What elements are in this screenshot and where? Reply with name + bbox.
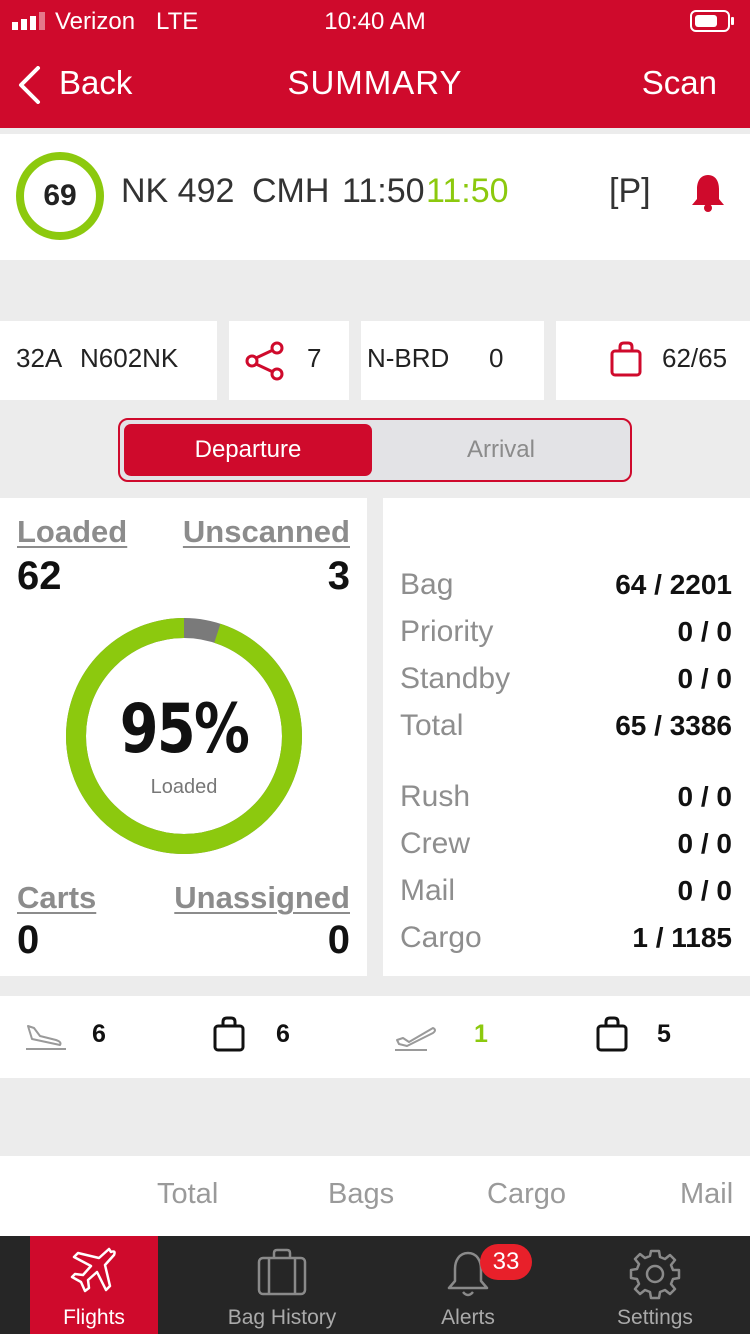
scan-button[interactable]: Scan <box>642 64 717 102</box>
unscanned-count: 3 <box>327 554 350 598</box>
flight-header[interactable]: 69 NK 492 CMH 11:50 11:50 [P] <box>0 134 750 260</box>
direction-toggle[interactable]: Departure Arrival <box>118 418 632 482</box>
loaded-link[interactable]: Loaded <box>17 514 127 550</box>
gear-icon <box>629 1249 681 1300</box>
airplane-icon <box>70 1247 116 1293</box>
departures-count: 1 <box>474 1020 488 1048</box>
breakdown-value: 0 / 0 <box>677 616 732 647</box>
breakdown-label: Bag <box>400 568 454 601</box>
plane-takeoff-icon <box>393 1020 437 1057</box>
breakdown-value: 0 / 0 <box>677 781 732 812</box>
aircraft-tile: 32A N602NK <box>0 321 217 400</box>
tail-number: N602NK <box>80 343 179 373</box>
status-time: 10:40 AM <box>324 8 426 35</box>
share-icon <box>244 341 286 386</box>
bag-icon <box>213 1016 245 1057</box>
breakdown-value: 0 / 0 <box>677 828 732 859</box>
bags-tile: 62/65 <box>556 321 750 400</box>
nbrd-label: N-BRD <box>367 343 450 373</box>
load-summary-panel: Loaded 62 Unscanned 3 95% Loaded Carts 0… <box>0 498 367 976</box>
bell-icon[interactable] <box>690 172 726 212</box>
tab-settings[interactable]: Settings <box>590 1236 720 1334</box>
connections-count: 7 <box>307 343 322 373</box>
flight-station: CMH <box>252 172 330 210</box>
breakdown-value: 1 / 1185 <box>632 922 732 953</box>
tab-label-bag-history: Bag History <box>227 1306 337 1329</box>
loaded-percent-label: Loaded <box>150 776 218 798</box>
flight-score-ring: 69 <box>16 152 104 240</box>
breakdown-panel: Bag 64 / 2201 Priority 0 / 0 Standby 0 /… <box>383 498 750 976</box>
carts-link[interactable]: Carts <box>17 880 96 916</box>
column-header-mail[interactable]: Mail <box>680 1178 733 1211</box>
page-title: SUMMARY <box>287 64 463 101</box>
carts-count: 0 <box>17 918 40 962</box>
unassigned-count: 0 <box>327 918 350 962</box>
bags-ratio: 62/65 <box>662 343 728 373</box>
estimated-time: 11:50 <box>426 172 509 210</box>
departure-tab[interactable]: Departure <box>124 424 372 476</box>
breakdown-label: Crew <box>400 827 471 860</box>
unscanned-link[interactable]: Unscanned <box>183 514 350 550</box>
arrivals-count: 6 <box>92 1020 106 1048</box>
bag-icon <box>596 1016 628 1057</box>
breakdown-label: Priority <box>400 615 494 648</box>
column-header-total[interactable]: Total <box>157 1178 218 1211</box>
arrival-bags-count: 6 <box>276 1020 290 1048</box>
breakdown-label: Mail <box>400 874 456 907</box>
tab-bar: Flights Bag History Alerts 33 Settings <box>0 1236 750 1334</box>
battery-icon <box>690 10 736 32</box>
tab-flights[interactable]: Flights <box>30 1236 158 1334</box>
plane-landing-icon <box>24 1020 68 1057</box>
tab-label-flights: Flights <box>63 1306 125 1329</box>
alerts-badge: 33 <box>480 1244 532 1280</box>
breakdown-label: Rush <box>400 780 471 813</box>
unassigned-link[interactable]: Unassigned <box>174 880 350 916</box>
column-headers: Total Bags Cargo Mail <box>0 1156 750 1236</box>
scheduled-time: 11:50 <box>342 172 425 210</box>
flight-number: NK 492 <box>121 172 235 210</box>
breakdown-label: Standby <box>400 662 511 695</box>
nbrd-tile: N-BRD 0 <box>361 321 544 400</box>
connections-tile[interactable]: 7 <box>229 321 349 400</box>
flight-counts-row: 6 6 1 5 <box>0 996 750 1078</box>
tab-label-settings: Settings <box>617 1306 693 1329</box>
tab-bag-history[interactable]: Bag History <box>208 1236 356 1334</box>
breakdown-value: 0 / 0 <box>677 875 732 906</box>
gate-number: 32A <box>16 343 63 373</box>
breakdown-label: Total <box>400 709 464 742</box>
breakdown-value: 0 / 0 <box>677 663 732 694</box>
column-header-bags[interactable]: Bags <box>328 1178 394 1211</box>
column-header-cargo[interactable]: Cargo <box>487 1178 566 1211</box>
breakdown-label: Cargo <box>400 921 482 954</box>
arrival-tab[interactable]: Arrival <box>372 424 630 476</box>
flight-score: 69 <box>43 179 77 212</box>
app-header: Verizon LTE 10:40 AM Back SUMMARY Scan <box>0 0 750 128</box>
nbrd-count: 0 <box>489 343 504 373</box>
bag-icon <box>610 341 642 382</box>
tab-label-alerts: Alerts <box>441 1306 495 1329</box>
loaded-percent: 95% <box>119 690 250 769</box>
breakdown-value: 64 / 2201 <box>615 569 732 600</box>
departure-bags-count: 5 <box>657 1020 671 1048</box>
loaded-count: 62 <box>17 554 62 598</box>
breakdown-value: 65 / 3386 <box>615 710 732 741</box>
priority-flag: [P] <box>609 172 651 210</box>
suitcase-icon <box>257 1248 307 1296</box>
